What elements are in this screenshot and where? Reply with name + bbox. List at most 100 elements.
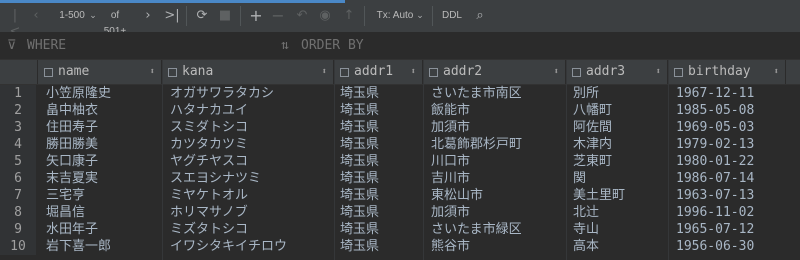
cell-addr2[interactable]: 飯能市	[431, 102, 470, 119]
table-row[interactable]: 3 住田寿子 スミダトシコ 埼玉県 加須市 阿佐間 1969-05-03	[0, 119, 800, 136]
cell-addr2[interactable]: 熊谷市	[431, 238, 470, 255]
cell-addr1[interactable]: 埼玉県	[340, 85, 379, 102]
last-page-icon[interactable]: >|	[164, 8, 180, 24]
order-by-input[interactable]: ORDER BY	[301, 38, 364, 53]
cell-addr1[interactable]: 埼玉県	[340, 204, 379, 221]
cell-addr1[interactable]: 埼玉県	[340, 102, 379, 119]
cell-kana[interactable]: ヤグチヤスコ	[170, 153, 248, 170]
chevron-down-icon[interactable]: ⌄	[88, 8, 98, 24]
sort-toggle-icon[interactable]: ⬍	[411, 60, 416, 84]
cell-name[interactable]: 畠中柚衣	[46, 102, 98, 119]
cell-kana[interactable]: ホリマサノブ	[170, 204, 248, 221]
cell-addr3[interactable]: 別所	[573, 85, 599, 102]
table-row[interactable]: 4 勝田勝美 カツタカツミ 埼玉県 北葛飾郡杉戸町 木津内 1979-02-13	[0, 136, 800, 153]
cell-birthday[interactable]: 1986-07-14	[676, 170, 754, 187]
cell-kana[interactable]: スミダトシコ	[170, 119, 248, 136]
revert-icon[interactable]: ↶	[295, 8, 309, 24]
table-row[interactable]: 7 三宅亨 ミヤケトオル 埼玉県 東松山市 美土里町 1963-07-13	[0, 187, 800, 204]
first-page-icon[interactable]: |<	[8, 8, 22, 39]
cell-addr3[interactable]: 北辻	[573, 204, 599, 221]
table-row[interactable]: 10 岩下喜一郎 イワシタキイチロウ 埼玉県 熊谷市 高本 1956-06-30	[0, 238, 800, 255]
cell-birthday[interactable]: 1956-06-30	[676, 238, 754, 255]
sort-toggle-icon[interactable]: ⬍	[656, 60, 661, 84]
ddl-button[interactable]: DDL	[440, 8, 464, 24]
sort-toggle-icon[interactable]: ⬍	[322, 60, 327, 84]
cell-addr3[interactable]: 阿佐間	[573, 119, 612, 136]
cell-birthday[interactable]: 1967-12-11	[676, 85, 754, 102]
cell-addr3[interactable]: 関	[573, 170, 586, 187]
preview-pending-icon[interactable]: ◉	[318, 8, 332, 24]
cell-kana[interactable]: ミヤケトオル	[170, 187, 248, 204]
cell-name[interactable]: 岩下喜一郎	[46, 238, 111, 255]
submit-icon[interactable]: ↑	[342, 8, 356, 24]
cell-name[interactable]: 末吉夏実	[46, 170, 98, 187]
search-icon[interactable]: ⌕	[472, 8, 488, 24]
cell-birthday[interactable]: 1996-11-02	[676, 204, 754, 221]
cell-addr2[interactable]: 川口市	[431, 153, 470, 170]
cell-addr2[interactable]: 吉川市	[431, 170, 470, 187]
cell-kana[interactable]: ハタナカユイ	[170, 102, 248, 119]
column-header-addr1[interactable]: addr1 ⬍	[334, 60, 423, 84]
cell-kana[interactable]: スエヨシナツミ	[170, 170, 261, 187]
cell-birthday[interactable]: 1969-05-03	[676, 119, 754, 136]
stop-icon[interactable]: ■	[218, 8, 232, 24]
sort-toggle-icon[interactable]: ⬍	[554, 60, 559, 84]
cell-addr1[interactable]: 埼玉県	[340, 153, 379, 170]
cell-addr2[interactable]: 加須市	[431, 119, 470, 136]
cell-birthday[interactable]: 1980-01-22	[676, 153, 754, 170]
cell-kana[interactable]: イワシタキイチロウ	[170, 238, 287, 255]
cell-birthday[interactable]: 1965-07-12	[676, 221, 754, 238]
cell-addr1[interactable]: 埼玉県	[340, 170, 379, 187]
chevron-down-icon[interactable]: ⌄	[415, 8, 425, 24]
column-header-kana[interactable]: kana ⬍	[162, 60, 334, 84]
cell-addr3[interactable]: 美土里町	[573, 187, 625, 204]
cell-name[interactable]: 堀昌信	[46, 204, 85, 221]
column-header-name[interactable]: name ⬍	[38, 60, 162, 84]
table-row[interactable]: 1 小笠原隆史 オガサワラタカシ 埼玉県 さいたま市南区 別所 1967-12-…	[0, 85, 800, 102]
delete-row-icon[interactable]: −	[271, 8, 285, 24]
cell-addr3[interactable]: 木津内	[573, 136, 612, 153]
cell-addr3[interactable]: 寺山	[573, 221, 599, 238]
cell-name[interactable]: 小笠原隆史	[46, 85, 111, 102]
prev-page-icon[interactable]: ‹	[30, 8, 42, 24]
table-row[interactable]: 5 矢口康子 ヤグチヤスコ 埼玉県 川口市 芝東町 1980-01-22	[0, 153, 800, 170]
cell-kana[interactable]: ミズタトシコ	[170, 221, 248, 238]
next-page-icon[interactable]: ›	[142, 8, 154, 24]
column-header-addr3[interactable]: addr3 ⬍	[566, 60, 668, 84]
cell-name[interactable]: 勝田勝美	[46, 136, 98, 153]
table-row[interactable]: 8 堀昌信 ホリマサノブ 埼玉県 加須市 北辻 1996-11-02	[0, 204, 800, 221]
cell-addr3[interactable]: 八幡町	[573, 102, 612, 119]
cell-birthday[interactable]: 1979-02-13	[676, 136, 754, 153]
cell-name[interactable]: 住田寿子	[46, 119, 98, 136]
table-row[interactable]: 6 末吉夏実 スエヨシナツミ 埼玉県 吉川市 関 1986-07-14	[0, 170, 800, 187]
cell-addr2[interactable]: さいたま市南区	[431, 85, 522, 102]
cell-kana[interactable]: カツタカツミ	[170, 136, 248, 153]
sort-toggle-icon[interactable]: ⬍	[774, 60, 779, 84]
cell-addr2[interactable]: 北葛飾郡杉戸町	[431, 136, 522, 153]
cell-addr1[interactable]: 埼玉県	[340, 136, 379, 153]
add-row-icon[interactable]: +	[249, 8, 263, 24]
refresh-icon[interactable]: ⟳	[194, 8, 210, 24]
cell-addr3[interactable]: 芝東町	[573, 153, 612, 170]
cell-addr2[interactable]: 加須市	[431, 204, 470, 221]
column-header-addr2[interactable]: addr2 ⬍	[423, 60, 566, 84]
table-row[interactable]: 2 畠中柚衣 ハタナカユイ 埼玉県 飯能市 八幡町 1985-05-08	[0, 102, 800, 119]
cell-addr3[interactable]: 高本	[573, 238, 599, 255]
sort-toggle-icon[interactable]: ⬍	[150, 60, 155, 84]
where-input[interactable]: WHERE	[27, 38, 66, 53]
page-range-select[interactable]: 1-500	[56, 8, 88, 24]
cell-name[interactable]: 矢口康子	[46, 153, 98, 170]
table-row[interactable]: 9 水田年子 ミズタトシコ 埼玉県 さいたま市緑区 寺山 1965-07-12	[0, 221, 800, 238]
tx-mode-select[interactable]: Tx: Auto	[376, 8, 414, 24]
cell-addr1[interactable]: 埼玉県	[340, 238, 379, 255]
cell-addr1[interactable]: 埼玉県	[340, 119, 379, 136]
cell-addr2[interactable]: 東松山市	[431, 187, 483, 204]
cell-birthday[interactable]: 1985-05-08	[676, 102, 754, 119]
cell-birthday[interactable]: 1963-07-13	[676, 187, 754, 204]
cell-addr2[interactable]: さいたま市緑区	[431, 221, 522, 238]
cell-addr1[interactable]: 埼玉県	[340, 221, 379, 238]
cell-name[interactable]: 水田年子	[46, 221, 98, 238]
cell-addr1[interactable]: 埼玉県	[340, 187, 379, 204]
cell-name[interactable]: 三宅亨	[46, 187, 85, 204]
column-header-birthday[interactable]: birthday ⬍	[668, 60, 786, 84]
